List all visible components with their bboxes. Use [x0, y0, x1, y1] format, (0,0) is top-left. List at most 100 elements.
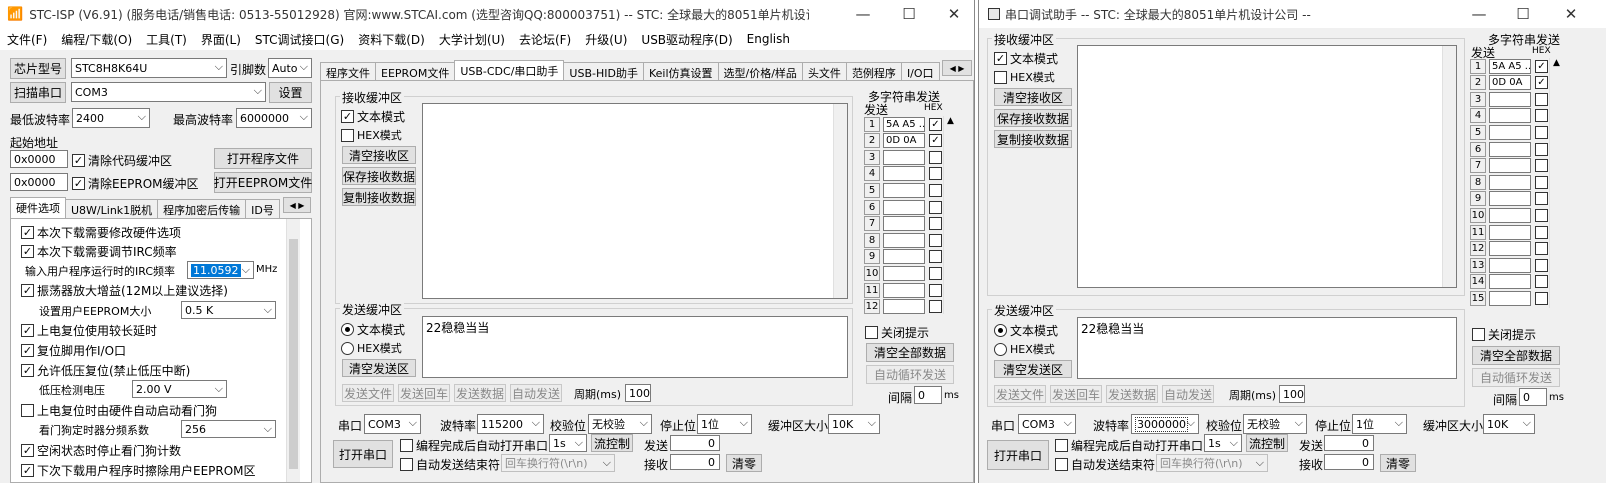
multi-string-hex-checkbox[interactable] [929, 250, 942, 264]
chip-type-select[interactable]: STC8H8K64U [71, 58, 227, 78]
multi-string-field[interactable] [1489, 241, 1531, 257]
multi-string-send-button[interactable]: 2 [864, 133, 880, 149]
multi-string-field[interactable] [1489, 141, 1531, 157]
min-baud-select[interactable]: 2400 [72, 108, 150, 128]
send-data-button[interactable]: 发送数据 [454, 384, 506, 402]
serial-port-select[interactable]: COM3 [364, 414, 421, 434]
close-hint-checkbox[interactable]: 关闭提示 [865, 324, 929, 341]
multi-string-field[interactable]: 0D 0A [1489, 75, 1531, 91]
option-long-power-delay[interactable]: ✓ 上电复位使用较长延时 [21, 322, 157, 339]
multi-string-field[interactable] [1489, 158, 1531, 174]
multi-string-field[interactable] [1489, 224, 1531, 240]
clear-code-buffer-checkbox[interactable]: ✓ 清除代码缓冲区 [72, 152, 172, 169]
save-receive-button[interactable]: 保存接收数据 [994, 109, 1072, 127]
auto-send-terminator-checkbox[interactable]: 自动发送结束符 [400, 456, 500, 473]
multi-string-hex-checkbox[interactable] [1535, 258, 1548, 272]
multi-string-hex-checkbox[interactable] [929, 183, 942, 197]
multi-string-field[interactable] [1489, 207, 1531, 223]
terminator-select[interactable]: 回车换行符(\r\n) [501, 454, 615, 472]
minimize-icon[interactable]: — [841, 0, 885, 28]
send-text-mode-radio[interactable]: 文本模式 [994, 322, 1058, 339]
recv-hex-mode-checkbox[interactable]: HEX模式 [994, 69, 1055, 85]
multi-string-scrollbar-left[interactable]: ▲ [943, 116, 957, 314]
multi-string-hex-checkbox[interactable] [1535, 275, 1548, 289]
multi-string-hex-checkbox[interactable] [1535, 208, 1548, 222]
multi-string-hex-checkbox[interactable] [1535, 109, 1548, 123]
receive-textarea[interactable] [1077, 45, 1457, 288]
multi-string-field[interactable] [883, 299, 925, 315]
multi-string-send-button[interactable]: 8 [864, 232, 880, 248]
send-textarea[interactable]: 22稳稳当当 [1077, 317, 1457, 379]
send-hex-mode-radio[interactable]: HEX模式 [994, 341, 1055, 357]
clear-count-button[interactable]: 清零 [726, 454, 762, 472]
multi-string-hex-checkbox[interactable] [929, 266, 942, 280]
multi-string-field[interactable] [883, 182, 925, 198]
clear-eeprom-buffer-checkbox[interactable]: ✓ 清除EEPROM缓冲区 [72, 175, 199, 192]
multi-string-send-button[interactable]: 12 [864, 299, 880, 315]
copy-receive-button[interactable]: 复制接收数据 [342, 188, 416, 206]
menu-item[interactable]: 编程/下载(O) [54, 31, 139, 48]
multi-string-field[interactable] [883, 216, 925, 232]
baud-select[interactable]: 3000000 [1131, 414, 1199, 434]
send-enter-button[interactable]: 发送回车 [1050, 385, 1102, 403]
close-hint-checkbox[interactable]: 关闭提示 [1472, 326, 1536, 343]
irc-frequency-select[interactable]: 11.0592 [187, 261, 254, 279]
menu-item[interactable]: 大学计划(U) [432, 31, 512, 48]
multi-string-send-button[interactable]: 1 [864, 116, 880, 132]
recv-text-mode-checkbox[interactable]: ✓ 文本模式 [341, 108, 405, 125]
auto-open-port-checkbox[interactable]: 编程完成后自动打开串口 [400, 437, 548, 454]
open-program-file-button[interactable]: 打开程序文件 [214, 148, 312, 169]
menu-item[interactable]: 升级(U) [578, 31, 634, 48]
start-address-field-1[interactable]: 0x0000 [10, 150, 68, 168]
period-field[interactable]: 100 [625, 384, 651, 402]
multi-string-field[interactable] [1489, 274, 1531, 290]
multi-string-field[interactable] [1489, 91, 1531, 107]
multi-string-field[interactable] [883, 149, 925, 165]
minimize-icon[interactable]: — [1457, 0, 1501, 28]
send-data-button[interactable]: 发送数据 [1106, 385, 1158, 403]
multi-string-hex-checkbox[interactable] [1535, 175, 1548, 189]
open-eeprom-file-button[interactable]: 打开EEPROM文件 [214, 172, 312, 193]
multi-string-field[interactable] [1489, 191, 1531, 207]
stop-bits-select[interactable]: 1位 [1352, 414, 1407, 434]
multi-string-send-button[interactable]: 3 [864, 149, 880, 165]
multi-string-field[interactable] [1489, 174, 1531, 190]
recv-hex-mode-checkbox[interactable]: HEX模式 [341, 127, 402, 143]
multi-string-field[interactable] [883, 199, 925, 215]
tab-hardware-0[interactable]: 硬件选项 [10, 197, 66, 220]
multi-string-send-button[interactable]: 7 [1470, 158, 1486, 174]
send-hex-mode-radio[interactable]: HEX模式 [341, 340, 402, 356]
auto-open-delay-select[interactable]: 1s [1204, 434, 1242, 452]
maximize-icon[interactable]: ☐ [1501, 0, 1545, 28]
multi-string-send-button[interactable]: 14 [1470, 274, 1486, 290]
multi-string-send-button[interactable]: 11 [864, 282, 880, 298]
multi-string-send-button[interactable]: 10 [864, 265, 880, 281]
multi-string-hex-checkbox[interactable] [929, 150, 942, 164]
menu-item[interactable]: 资料下载(D) [351, 31, 432, 48]
multi-string-field[interactable]: 5A A5 ... [1489, 58, 1531, 74]
auto-send-terminator-checkbox[interactable]: 自动发送结束符 [1055, 456, 1155, 473]
open-port-button[interactable]: 打开串口 [987, 440, 1049, 470]
receive-scrollbar[interactable] [1442, 46, 1456, 287]
option-hardware-watchdog[interactable]: 上电复位时由硬件自动启动看门狗 [21, 402, 217, 419]
menu-item[interactable]: 文件(F) [0, 31, 54, 48]
multi-string-field[interactable] [883, 232, 925, 248]
multi-string-send-button[interactable]: 13 [1470, 257, 1486, 273]
recv-text-mode-checkbox[interactable]: ✓ 文本模式 [994, 50, 1058, 67]
auto-send-button[interactable]: 自动发送 [510, 384, 562, 402]
multi-string-field[interactable]: 5A A5 ... [883, 116, 925, 132]
multi-string-field[interactable] [1489, 290, 1531, 306]
multi-string-field[interactable] [1489, 108, 1531, 124]
multi-string-send-button[interactable]: 4 [864, 166, 880, 182]
multi-string-field[interactable] [1489, 257, 1531, 273]
start-address-field-2[interactable]: 0x0000 [10, 173, 68, 191]
multi-string-send-button[interactable]: 8 [1470, 174, 1486, 190]
tab-scroll-arrows[interactable]: ◀ ▶ [283, 197, 311, 213]
multi-string-field[interactable] [883, 166, 925, 182]
multi-string-send-button[interactable]: 11 [1470, 224, 1486, 240]
menu-item[interactable]: 界面(L) [194, 31, 248, 48]
multi-string-hex-checkbox[interactable]: ✓ [1535, 76, 1548, 90]
options-scrollbar[interactable] [286, 219, 300, 482]
main-tab-scroll-arrows[interactable]: ◀ ▶ [942, 60, 972, 76]
multi-string-send-button[interactable]: 12 [1470, 241, 1486, 257]
